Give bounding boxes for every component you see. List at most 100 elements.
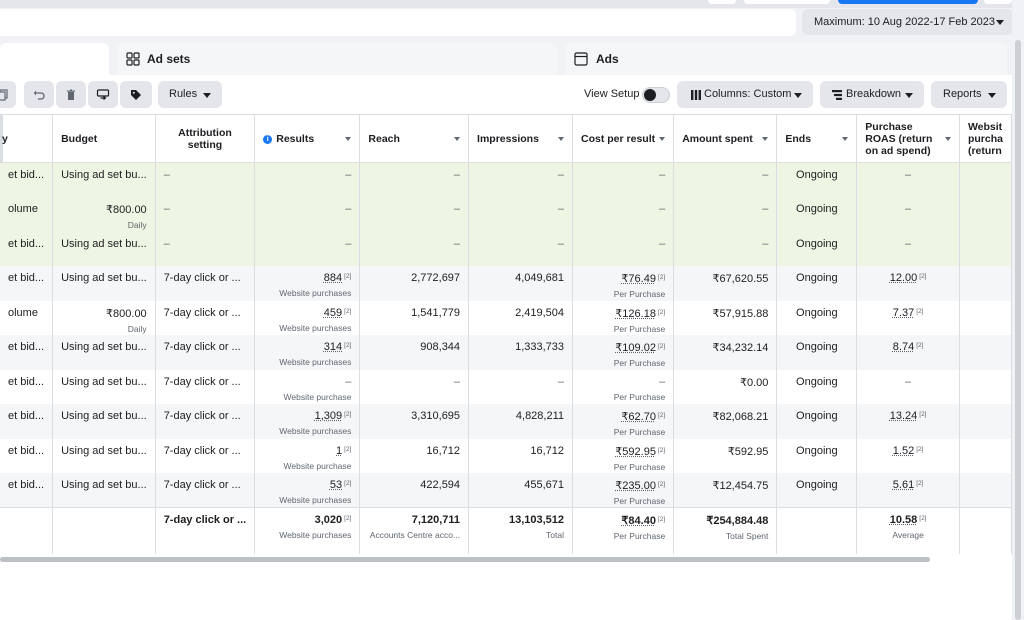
footnote-marker[interactable]: [2] — [658, 516, 665, 523]
columns-button[interactable]: Columns: Custom — [677, 81, 813, 108]
top-button[interactable] — [744, 0, 830, 4]
reports-button[interactable]: Reports — [931, 81, 1007, 108]
cell-strategy: olume — [0, 197, 54, 232]
footnote-marker[interactable]: [2] — [658, 309, 665, 316]
table-row[interactable]: et bid... Using ad set bu... 7-day click o… — [0, 266, 1013, 301]
duplicate-icon — [0, 88, 8, 101]
top-button[interactable] — [984, 0, 1012, 4]
column-header-strategy[interactable]: y — [0, 114, 54, 163]
footnote-marker[interactable]: [2] — [919, 273, 926, 280]
footnote-marker[interactable]: [2] — [658, 343, 665, 350]
footnote-marker[interactable]: [2] — [916, 480, 923, 487]
tab-campaigns[interactable] — [0, 43, 109, 75]
footnote-marker[interactable]: [2] — [658, 412, 665, 419]
columns-icon — [691, 89, 701, 100]
table-header-row: y Budget Attribution setting i Results Re… — [0, 114, 1013, 163]
column-header-cost-per-result[interactable]: Cost per result — [572, 114, 675, 163]
column-header-attribution[interactable]: Attribution setting — [155, 114, 256, 163]
footnote-marker[interactable]: [2] — [344, 308, 351, 315]
cell-results: 459 [2] Website purchases — [254, 300, 361, 335]
tab-ad-sets[interactable]: Ad sets — [117, 43, 557, 75]
footnote-marker[interactable]: [2] — [916, 308, 923, 315]
footnote-marker[interactable]: [2] — [344, 273, 351, 280]
table-row[interactable]: et bid... Using ad set bu... – – – – – – Ongoing… — [0, 162, 1013, 197]
footnote-marker[interactable]: [2] — [916, 446, 923, 453]
column-header-purchase-roas[interactable]: Purchase ROAS (return on ad spend) — [856, 114, 960, 163]
column-header-amount-spent[interactable]: Amount spent — [673, 114, 778, 163]
column-header-ends[interactable]: Ends — [776, 114, 858, 163]
column-header-label: Amount spent — [682, 132, 753, 145]
cell-impressions: 1,333,733 — [468, 335, 574, 370]
sort-icon[interactable] — [842, 137, 849, 141]
column-header-results[interactable]: i Results — [254, 114, 361, 163]
sort-icon[interactable] — [762, 137, 769, 141]
sort-icon[interactable] — [659, 137, 666, 141]
footnote-marker[interactable]: [2] — [919, 515, 926, 522]
move-icon — [96, 88, 110, 100]
scrollbar-thumb[interactable] — [1015, 40, 1021, 620]
cell-budget-value: Using ad set bu... — [61, 479, 147, 491]
table-row[interactable]: et bid... Using ad set bu... 7-day click o… — [0, 335, 1013, 370]
footnote-marker[interactable]: [2] — [658, 274, 665, 281]
column-header-budget[interactable]: Budget — [52, 114, 156, 163]
trash-icon — [67, 89, 75, 100]
column-header-website-purchase[interactable]: Websit purcha (return — [959, 114, 1013, 163]
footnote-marker[interactable]: [2] — [344, 515, 351, 522]
cell-website-purchase — [959, 404, 1013, 439]
column-header-impressions[interactable]: Impressions — [468, 114, 574, 163]
footnote-marker[interactable]: [2] — [344, 446, 351, 453]
cell-website-purchase — [959, 162, 1013, 197]
total-ends — [776, 507, 858, 554]
chevron-down-icon — [996, 20, 1004, 25]
total-attribution-value: 7-day click or ... — [163, 514, 247, 526]
breakdown-button[interactable]: Breakdown — [820, 81, 924, 108]
table-row[interactable]: olume ₹800.00 Daily – – – – – – Ongoing – — [0, 197, 1013, 232]
cell-attribution: 7-day click or ... — [155, 473, 256, 508]
info-icon[interactable]: i — [263, 134, 273, 144]
move-button[interactable] — [88, 81, 118, 108]
sort-icon[interactable] — [944, 137, 951, 141]
horizontal-scrollbar[interactable] — [0, 557, 930, 562]
tag-button[interactable] — [120, 81, 152, 108]
table-row[interactable]: et bid... Using ad set bu... 7-day click o… — [0, 438, 1013, 473]
sort-icon[interactable] — [558, 137, 565, 141]
footnote-marker[interactable]: [2] — [658, 481, 665, 488]
cell-cost-per-result: ₹235.00 [2] Per Purchase — [572, 473, 675, 508]
footnote-marker[interactable]: [2] — [919, 411, 926, 418]
cell-attribution-value: 7-day click or ... — [163, 444, 241, 457]
tab-ads[interactable]: Ads — [565, 43, 1007, 75]
undo-button[interactable] — [24, 81, 54, 108]
cell-impressions: 2,419,504 — [468, 300, 574, 335]
cell-results-value: 314 — [323, 341, 343, 353]
total-impressions-value: 13,103,512 — [508, 514, 565, 526]
view-setup-toggle[interactable] — [642, 87, 670, 103]
footnote-marker[interactable]: [2] — [344, 480, 351, 487]
footnote-marker[interactable]: [2] — [344, 342, 351, 349]
footnote-marker[interactable]: [2] — [916, 342, 923, 349]
date-range-picker[interactable]: Maximum: 10 Aug 2022-17 Feb 2023 — [802, 9, 1014, 35]
vertical-scrollbar[interactable] — [1012, 0, 1024, 620]
column-header-reach[interactable]: Reach — [359, 114, 470, 163]
table-row[interactable]: et bid... Using ad set bu... – – – – – – Ongoing… — [0, 231, 1013, 266]
table-row[interactable]: et bid... Using ad set bu... 7-day click o… — [0, 473, 1013, 508]
cell-website-purchase — [959, 473, 1013, 508]
cell-results: – — [254, 197, 361, 232]
cell-cost-per-result: – — [572, 162, 675, 197]
delete-button[interactable] — [56, 81, 86, 108]
top-button[interactable] — [708, 0, 736, 4]
sort-icon[interactable] — [345, 137, 352, 141]
primary-button[interactable] — [838, 0, 978, 4]
table-row[interactable]: olume ₹800.00 Daily 7-day click or ... 459 [2… — [0, 300, 1013, 335]
cell-results: 1 [2] Website purchase — [254, 438, 361, 473]
rules-button[interactable]: Rules — [158, 81, 222, 108]
search-filter-bar[interactable] — [0, 9, 796, 36]
table-row[interactable]: et bid... Using ad set bu... 7-day click o… — [0, 369, 1013, 404]
duplicate-button[interactable] — [0, 81, 16, 108]
table-row[interactable]: et bid... Using ad set bu... 7-day click o… — [0, 404, 1013, 439]
footnote-marker[interactable]: [2] — [344, 411, 351, 418]
cell-budget-value: ₹800.00 — [106, 307, 147, 320]
sort-icon[interactable] — [454, 137, 461, 141]
cell-strategy-value: et bid... — [8, 479, 45, 491]
cell-amount-spent: ₹12,454.75 — [673, 473, 778, 508]
footnote-marker[interactable]: [2] — [658, 447, 665, 454]
